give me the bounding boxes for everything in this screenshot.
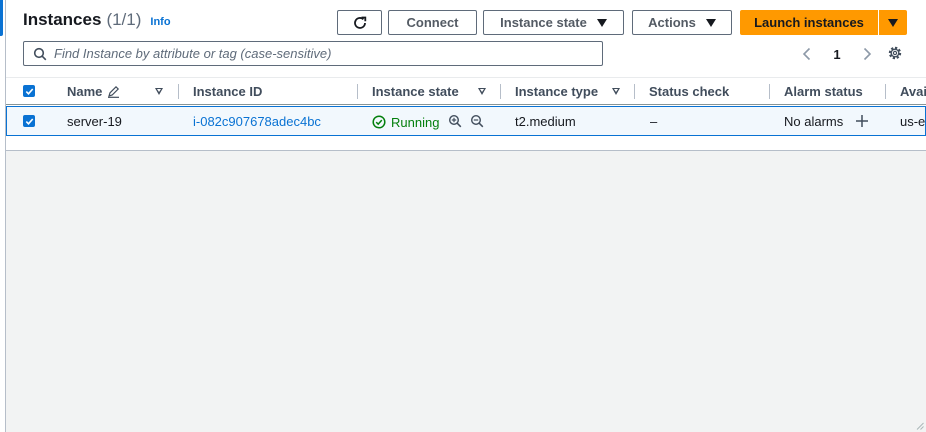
search-input[interactable] bbox=[54, 46, 594, 61]
column-status-check[interactable]: Status check bbox=[649, 78, 729, 105]
search-icon bbox=[33, 47, 47, 60]
instances-panel: Instances (1/1) Info Connect Instance st… bbox=[6, 0, 926, 432]
column-availability-zone-label: Avai bbox=[900, 84, 926, 99]
launch-dropdown-button[interactable] bbox=[879, 10, 907, 35]
search-field[interactable] bbox=[23, 41, 603, 66]
check-circle-icon bbox=[372, 114, 386, 129]
instance-state-button[interactable]: Instance state bbox=[483, 10, 624, 35]
connect-button[interactable]: Connect bbox=[388, 10, 477, 35]
column-separator bbox=[500, 84, 501, 99]
info-link[interactable]: Info bbox=[150, 16, 170, 28]
chevron-left-icon[interactable] bbox=[802, 47, 812, 61]
column-instance-state[interactable]: Instance state bbox=[372, 78, 459, 105]
column-instance-type[interactable]: Instance type bbox=[515, 78, 598, 105]
sort-icon[interactable] bbox=[155, 88, 163, 95]
side-panel-accent bbox=[0, 0, 3, 36]
column-instance-type-label: Instance type bbox=[515, 84, 599, 99]
instance-id-link[interactable]: i-082c907678adec4bc bbox=[193, 107, 321, 135]
refresh-icon bbox=[353, 16, 366, 29]
column-instance-id-label: Instance ID bbox=[193, 84, 263, 99]
sort-icon[interactable] bbox=[478, 88, 486, 95]
actions-button[interactable]: Actions bbox=[632, 10, 732, 35]
status-check-value: – bbox=[650, 113, 658, 129]
page-title: Instances bbox=[23, 10, 102, 29]
zoom-in-icon[interactable] bbox=[448, 114, 462, 128]
column-separator bbox=[357, 84, 358, 99]
plus-icon[interactable] bbox=[855, 114, 869, 128]
table-row[interactable]: server-19 i-082c907678adec4bc Running t2… bbox=[6, 106, 926, 136]
sort-icon[interactable] bbox=[612, 88, 620, 95]
column-instance-state-label: Instance state bbox=[372, 84, 459, 99]
column-name-label: Name bbox=[67, 84, 103, 99]
resize-handle-icon[interactable] bbox=[916, 422, 924, 430]
zoom-out-icon[interactable] bbox=[470, 114, 484, 128]
instance-name: server-19 bbox=[67, 113, 122, 129]
instance-state-cell: Running bbox=[372, 107, 484, 135]
row-checkbox[interactable] bbox=[23, 115, 35, 127]
launch-label: Launch instances bbox=[754, 15, 864, 30]
column-instance-id[interactable]: Instance ID bbox=[193, 78, 262, 105]
column-status-check-label: Status check bbox=[649, 84, 730, 99]
instance-state-label: Instance state bbox=[500, 15, 587, 30]
chevron-right-icon[interactable] bbox=[862, 47, 872, 61]
column-name[interactable]: Name bbox=[67, 78, 120, 105]
column-separator bbox=[885, 84, 886, 99]
instance-count: (1/1) bbox=[106, 10, 142, 29]
check-icon bbox=[25, 117, 33, 125]
details-split-area bbox=[6, 151, 926, 432]
caret-down-icon bbox=[596, 18, 607, 27]
refresh-button[interactable] bbox=[337, 10, 382, 35]
alarm-status-cell: No alarms bbox=[784, 107, 869, 135]
availability-zone-value: us-e bbox=[900, 113, 925, 129]
instance-type-value: t2.medium bbox=[515, 113, 576, 129]
instance-state-value: Running bbox=[391, 114, 440, 130]
select-all-checkbox[interactable] bbox=[23, 85, 35, 97]
caret-down-icon bbox=[888, 18, 898, 27]
column-separator bbox=[178, 84, 179, 99]
page-number[interactable]: 1 bbox=[833, 47, 840, 62]
pagination: 1 bbox=[802, 44, 872, 64]
alarm-status-value: No alarms bbox=[784, 113, 844, 129]
table-header: Name Instance ID Instance state Instance… bbox=[6, 77, 926, 105]
column-availability-zone[interactable]: Avai bbox=[900, 78, 926, 105]
actions-label: Actions bbox=[648, 15, 696, 30]
check-icon bbox=[25, 87, 33, 95]
page-header: Instances (1/1) Info bbox=[23, 10, 171, 30]
column-separator bbox=[769, 84, 770, 99]
column-alarm-status-label: Alarm status bbox=[784, 84, 863, 99]
connect-label: Connect bbox=[406, 15, 459, 30]
edit-icon bbox=[108, 85, 120, 98]
column-alarm-status[interactable]: Alarm status bbox=[784, 78, 863, 105]
caret-down-icon bbox=[705, 18, 716, 27]
launch-instances-button[interactable]: Launch instances bbox=[740, 10, 878, 35]
gear-icon[interactable] bbox=[887, 45, 903, 61]
column-separator bbox=[634, 84, 635, 99]
